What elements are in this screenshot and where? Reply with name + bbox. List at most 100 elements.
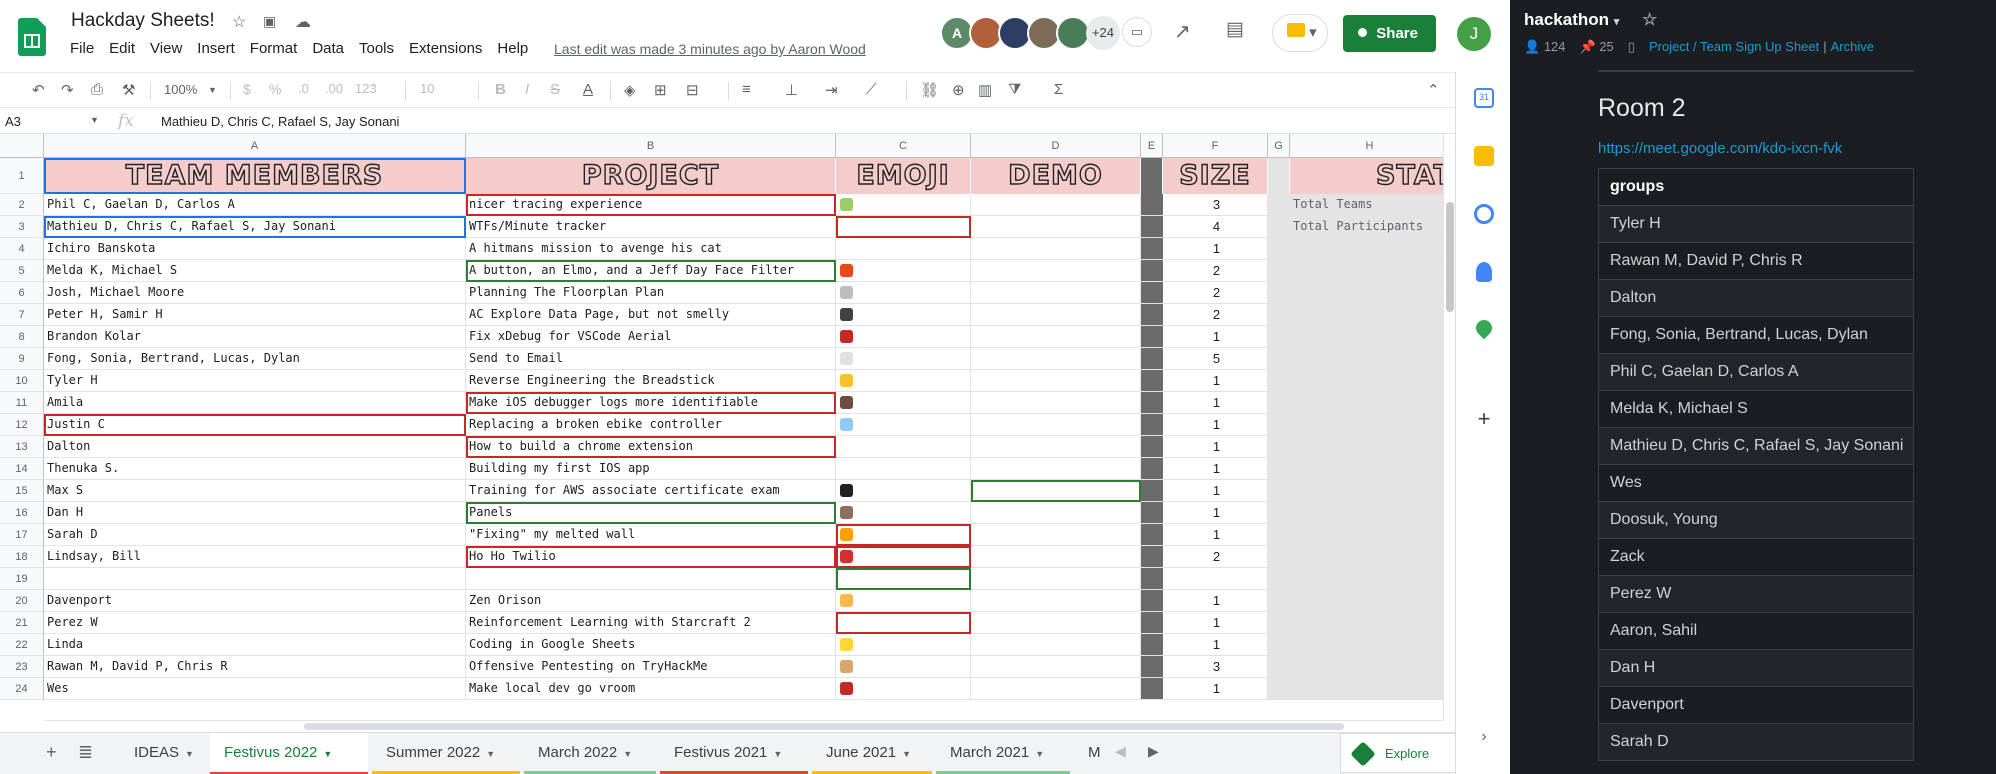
cell-d[interactable] [971, 502, 1141, 524]
cell-h[interactable] [1290, 260, 1446, 282]
cell-b[interactable]: Planning The Floorplan Plan [466, 282, 836, 304]
formula-input[interactable]: Mathieu D, Chris C, Rafael S, Jay Sonani [161, 114, 399, 129]
cell-b[interactable]: Training for AWS associate certificate e… [466, 480, 836, 502]
name-box[interactable]: A3 [5, 114, 21, 129]
column-header[interactable]: E [1141, 134, 1163, 158]
cell-d[interactable] [971, 238, 1141, 260]
chevron-down-icon[interactable]: ▼ [90, 115, 99, 125]
sheet-tab[interactable]: Summer 2022 ▼ [372, 733, 520, 774]
cell-d[interactable] [971, 590, 1141, 612]
undo-icon[interactable]: ↶ [32, 81, 45, 99]
activity-trend-icon[interactable]: ↗ [1174, 19, 1191, 44]
cell-e[interactable] [1141, 194, 1163, 216]
cell-f[interactable]: 1 [1163, 480, 1268, 502]
cell-e[interactable] [1141, 612, 1163, 634]
cell-a[interactable]: Dalton [44, 436, 466, 458]
cell-d[interactable] [971, 304, 1141, 326]
cell-f[interactable]: 2 [1163, 546, 1268, 568]
cell-g[interactable] [1268, 194, 1290, 216]
cell-e[interactable] [1141, 458, 1163, 480]
redo-icon[interactable]: ↷ [61, 81, 74, 99]
document-title[interactable]: Hackday Sheets! [71, 10, 215, 32]
collaborator-avatar[interactable] [1056, 16, 1090, 50]
cell-d[interactable] [971, 612, 1141, 634]
menu-extensions[interactable]: Extensions [409, 40, 482, 57]
emoji-cell[interactable] [836, 304, 971, 326]
cell-f[interactable]: 1 [1163, 326, 1268, 348]
cell-f[interactable]: 1 [1163, 502, 1268, 524]
cell-h[interactable] [1290, 502, 1446, 524]
cell-e[interactable] [1141, 392, 1163, 414]
row-header[interactable]: 6 [0, 282, 44, 304]
cell-d[interactable] [971, 392, 1141, 414]
menu-help[interactable]: Help [497, 40, 528, 57]
header-cell-stats[interactable]: STAT [1290, 158, 1446, 194]
row-header[interactable]: 10 [0, 370, 44, 392]
cell-h[interactable] [1290, 238, 1446, 260]
cell-e[interactable] [1141, 480, 1163, 502]
cell-a[interactable]: Linda [44, 634, 466, 656]
cell-h[interactable] [1290, 612, 1446, 634]
cell-d[interactable] [971, 348, 1141, 370]
menu-view[interactable]: View [150, 40, 182, 57]
column-header[interactable]: B [466, 134, 836, 158]
cell-g[interactable] [1268, 656, 1290, 678]
cell-b[interactable]: Ho Ho Twilio [466, 546, 836, 568]
cell-a[interactable]: Max S [44, 480, 466, 502]
cell-a[interactable]: Davenport [44, 590, 466, 612]
cell-b[interactable]: Coding in Google Sheets [466, 634, 836, 656]
cell-b[interactable]: Reinforcement Learning with Starcraft 2 [466, 612, 836, 634]
emoji-cell[interactable] [836, 348, 971, 370]
cell-h[interactable] [1290, 304, 1446, 326]
cell-d[interactable] [971, 414, 1141, 436]
currency-button[interactable]: $ [243, 81, 251, 97]
cell-a[interactable]: Rawan M, David P, Chris R [44, 656, 466, 678]
cell-h[interactable] [1290, 326, 1446, 348]
cell-b[interactable]: Building my first IOS app [466, 458, 836, 480]
filter-icon[interactable]: ⧩ [1008, 81, 1021, 98]
menu-file[interactable]: File [70, 40, 94, 57]
cell-a[interactable]: Lindsay, Bill [44, 546, 466, 568]
menu-tools[interactable]: Tools [359, 40, 394, 57]
column-header[interactable]: A [44, 134, 466, 158]
cell-d[interactable] [971, 524, 1141, 546]
cell-g[interactable] [1268, 304, 1290, 326]
emoji-cell[interactable] [836, 326, 971, 348]
cell-g[interactable] [1268, 678, 1290, 700]
row-header[interactable]: 3 [0, 216, 44, 238]
select-all-corner[interactable] [0, 134, 44, 158]
cell-a[interactable]: Mathieu D, Chris C, Rafael S, Jay Sonani [44, 216, 466, 238]
cell-f[interactable]: 4 [1163, 216, 1268, 238]
scrollbar-thumb[interactable] [304, 723, 1344, 730]
cell-d[interactable] [971, 568, 1141, 590]
emoji-cell[interactable] [836, 546, 971, 568]
cell-g[interactable] [1268, 436, 1290, 458]
sheet-tab[interactable]: Festivus 2021 ▼ [660, 733, 808, 774]
cell-f[interactable]: 3 [1163, 194, 1268, 216]
cell-h[interactable] [1290, 414, 1446, 436]
move-folder-icon[interactable]: ▣ [263, 13, 276, 30]
emoji-cell[interactable] [836, 370, 971, 392]
keep-icon[interactable] [1474, 146, 1494, 166]
star-icon[interactable]: ☆ [232, 12, 246, 32]
meet-camera-icon[interactable]: ▾ [1272, 14, 1328, 52]
cell-e[interactable] [1141, 304, 1163, 326]
menu-data[interactable]: Data [312, 40, 344, 57]
bold-icon[interactable]: B [495, 81, 506, 98]
cell-g[interactable] [1268, 458, 1290, 480]
emoji-cell[interactable] [836, 634, 971, 656]
emoji-cell[interactable] [836, 656, 971, 678]
cell-d[interactable] [971, 656, 1141, 678]
cell-b[interactable]: "Fixing" my melted wall [466, 524, 836, 546]
row-header[interactable]: 20 [0, 590, 44, 612]
cell-b[interactable] [466, 568, 836, 590]
text-rotation-icon[interactable]: ⟋ [866, 81, 877, 98]
star-icon[interactable]: ☆ [1642, 10, 1657, 29]
cell-b[interactable]: nicer tracing experience [466, 194, 836, 216]
row-header[interactable]: 22 [0, 634, 44, 656]
cell-e[interactable] [1141, 238, 1163, 260]
sheet-tab-active[interactable]: Festivus 2022 ▼ [210, 733, 368, 774]
row-header[interactable]: 5 [0, 260, 44, 282]
row-header[interactable]: 12 [0, 414, 44, 436]
row-header[interactable]: 23 [0, 656, 44, 678]
